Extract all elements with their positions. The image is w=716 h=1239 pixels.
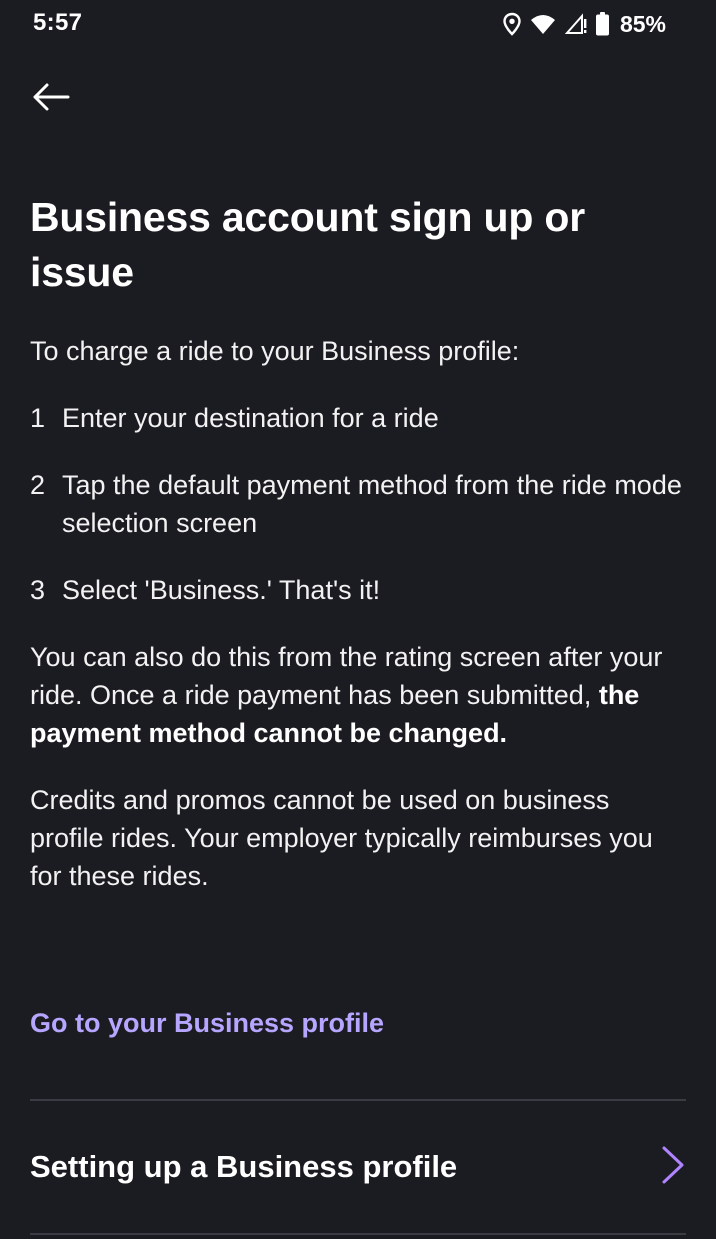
related-article-label: Setting up a Business profile xyxy=(30,1149,458,1184)
step-text: Enter your destination for a ride xyxy=(62,403,439,433)
divider xyxy=(30,1233,686,1235)
article-content: Business account sign up or issue To cha… xyxy=(30,190,690,895)
status-icons: 85% xyxy=(503,10,666,38)
payment-note-text: You can also do this from the rating scr… xyxy=(30,642,663,710)
step-number: 2 xyxy=(30,470,46,500)
step-item: 1 Enter your destination for a ride xyxy=(30,399,690,437)
step-number: 1 xyxy=(30,403,46,433)
step-item: 3 Select 'Business.' That's it! xyxy=(30,571,690,609)
battery-icon xyxy=(595,12,609,36)
cellular-signal-icon xyxy=(564,13,587,35)
go-to-business-profile-link[interactable]: Go to your Business profile xyxy=(30,1008,384,1039)
chevron-right-icon xyxy=(660,1145,686,1190)
step-text: Tap the default payment method from the … xyxy=(62,470,682,538)
related-article-setting-up-business-profile[interactable]: Setting up a Business profile xyxy=(30,1112,686,1222)
intro-text: To charge a ride to your Business profil… xyxy=(30,336,520,366)
status-time: 5:57 xyxy=(33,9,83,36)
location-pin-icon xyxy=(503,12,521,36)
battery-percentage: 85% xyxy=(619,10,666,37)
arrow-left-icon xyxy=(32,82,70,117)
step-text: Select 'Business.' That's it! xyxy=(62,575,381,605)
payment-note-paragraph: You can also do this from the rating scr… xyxy=(30,638,690,752)
credits-note-paragraph: Credits and promos cannot be used on bus… xyxy=(30,785,653,891)
back-button[interactable] xyxy=(26,76,76,122)
divider xyxy=(30,1099,686,1101)
page-title: Business account sign up or issue xyxy=(30,194,586,295)
step-item: 2 Tap the default payment method from th… xyxy=(30,466,690,542)
step-number: 3 xyxy=(30,575,46,605)
help-article-screen: 5:57 85% Business account sign up or iss… xyxy=(0,0,716,1239)
wifi-icon xyxy=(530,13,556,35)
status-bar: 5:57 85% xyxy=(0,0,716,48)
